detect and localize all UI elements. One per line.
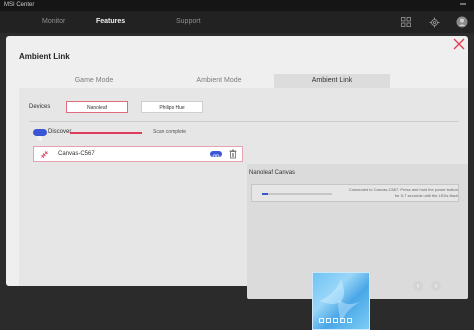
grid-icon[interactable]: [400, 16, 412, 28]
gear-icon[interactable]: [428, 16, 440, 28]
device-philips-hue-button[interactable]: Philips Hue: [141, 101, 203, 113]
ambient-link-panel: Ambient Link Game Mode Ambient Mode Ambi…: [6, 36, 468, 330]
device-nanoleaf-button[interactable]: Nanoleaf: [66, 101, 128, 113]
page-title: Ambient Link: [19, 52, 70, 61]
nanoleaf-canvas-panel: Nanoleaf Canvas Connected to Canvas-C567…: [247, 164, 468, 330]
tab-features[interactable]: Features: [96, 11, 125, 33]
close-icon[interactable]: [452, 38, 466, 52]
pairing-progress-fill: [262, 193, 268, 195]
tab-monitor[interactable]: Monitor: [42, 11, 65, 33]
scan-progress-bar: [70, 132, 142, 134]
user-icon[interactable]: [456, 16, 468, 28]
trash-icon[interactable]: [229, 149, 237, 159]
pairing-status-box: Connected to Canvas-C567. Press and hold…: [251, 184, 459, 202]
tab-ambient-link[interactable]: Ambient Link: [274, 74, 390, 88]
mode-tabs: Game Mode Ambient Mode Ambient Link: [24, 74, 468, 88]
search-icon: [37, 136, 43, 141]
chevron-right-icon[interactable]: ›: [431, 281, 441, 291]
link-chain-icon: [212, 154, 220, 158]
canvas-device-image: [312, 272, 370, 330]
discover-label: Discover: [48, 129, 72, 135]
minimize-icon: [460, 3, 466, 5]
list-item[interactable]: Canvas-C567: [33, 146, 243, 162]
top-nav: Monitor Features Support: [0, 11, 474, 33]
tab-ambient-mode[interactable]: Ambient Mode: [164, 74, 274, 88]
device-name: Canvas-C567: [58, 151, 95, 157]
discover-toggle[interactable]: [33, 129, 47, 141]
link-icon: [40, 150, 49, 159]
canvas-panel-title: Nanoleaf Canvas: [249, 170, 296, 176]
tab-game-mode[interactable]: Game Mode: [24, 74, 164, 88]
app-title: MSI Center: [4, 2, 35, 8]
pairing-progress-bar: [262, 193, 332, 195]
pairing-message: Connected to Canvas-C567. Press and hold…: [348, 187, 458, 198]
devices-label: Devices: [29, 104, 51, 110]
connect-toggle[interactable]: [210, 151, 222, 158]
content-area: Devices Nanoleaf Philips Hue Discover Sc…: [19, 88, 468, 330]
tab-support[interactable]: Support: [176, 11, 201, 33]
scan-status: Scan complete: [153, 129, 187, 135]
title-bar: MSI Center: [0, 0, 474, 11]
canvas-leds: [319, 318, 352, 323]
divider: [29, 121, 459, 122]
chevron-left-icon[interactable]: ‹: [413, 281, 423, 291]
